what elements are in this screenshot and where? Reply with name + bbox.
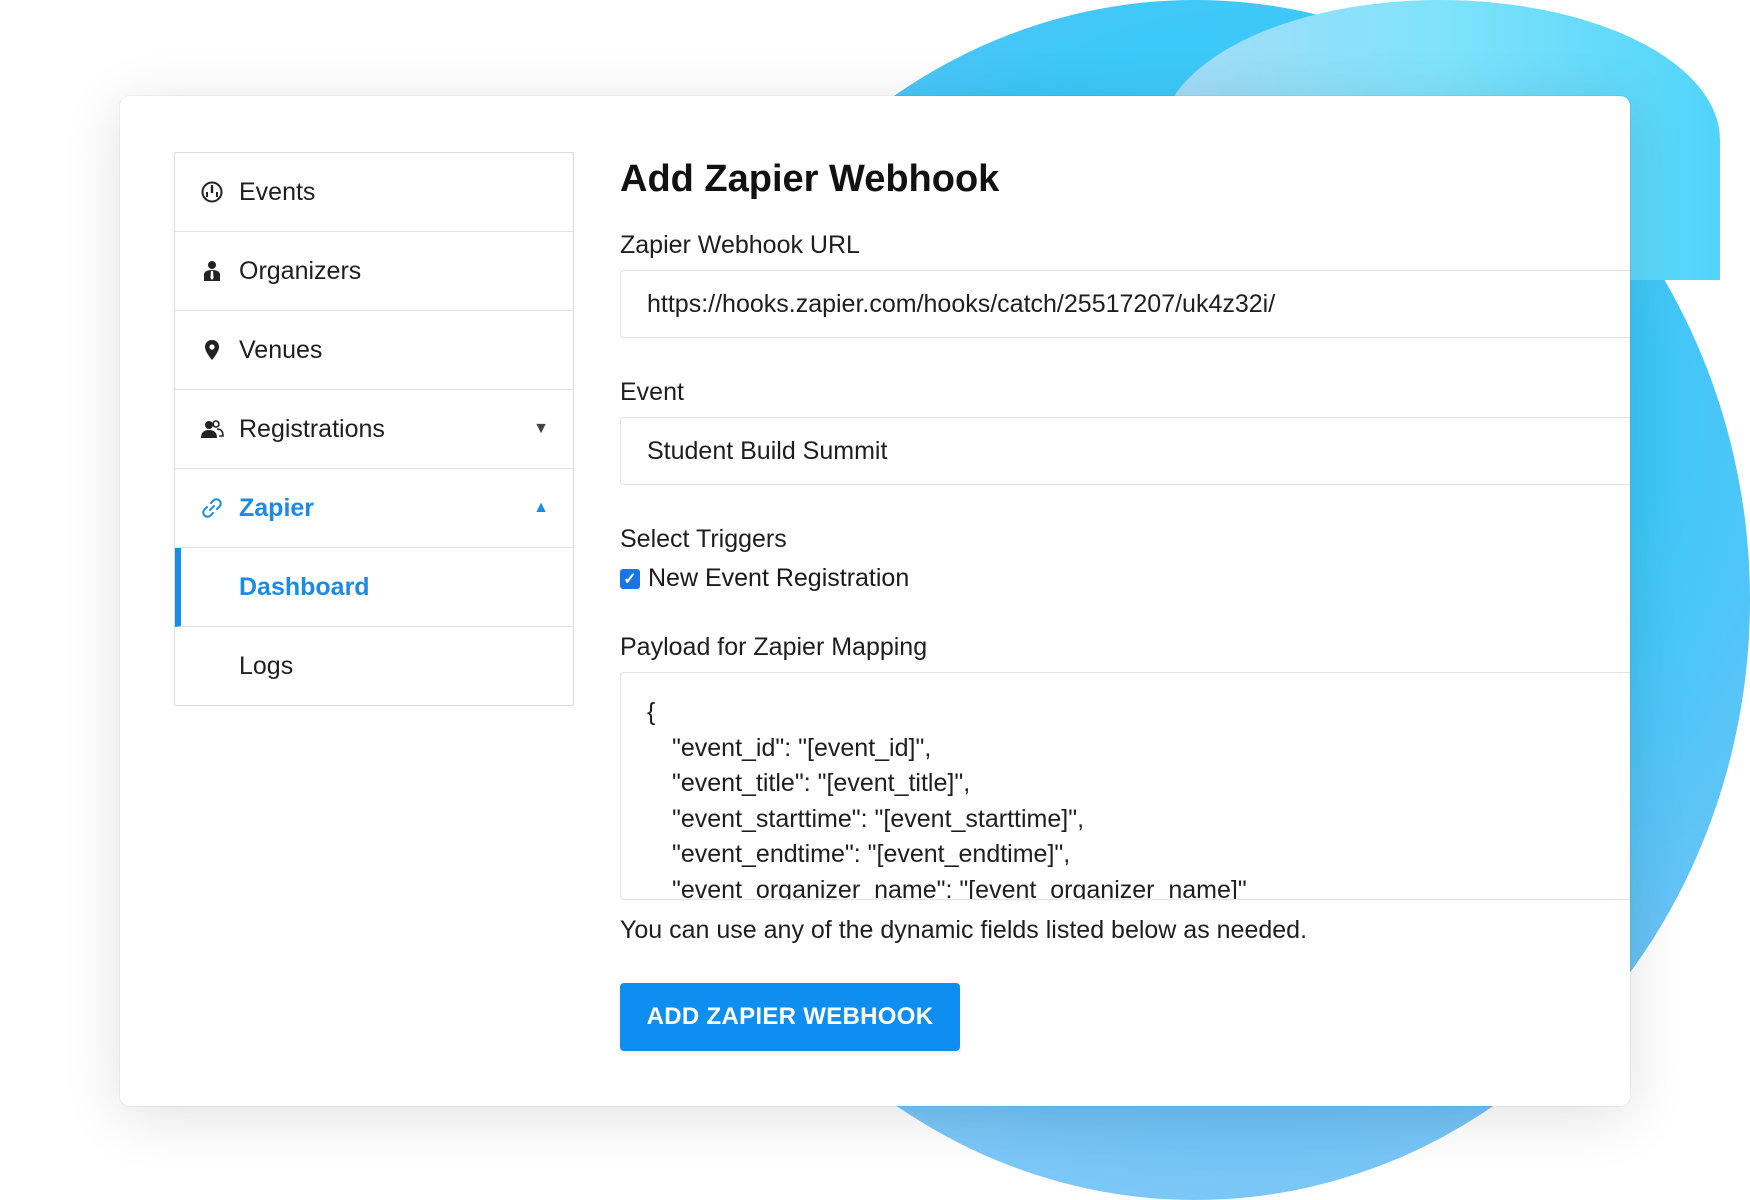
sidebar-item-label: Zapier (239, 493, 315, 522)
payload-line: "event_organizer_name": "[event_organize… (672, 875, 1247, 900)
sidebar-item-label: Registrations (239, 414, 385, 443)
sidebar-item-label: Events (239, 177, 316, 206)
app-card: Events Organizers Venues Registrations ▼ (120, 96, 1630, 1106)
dynamic-fields-hint: You can use any of the dynamic fields li… (620, 916, 1308, 944)
payload-line: "event_starttime": "[event_starttime]", (672, 804, 1085, 833)
webhook-url-value: https://hooks.zapier.com/hooks/catch/255… (647, 289, 1276, 318)
link-icon (199, 495, 225, 521)
sidebar-item-label: Venues (239, 335, 323, 364)
chevron-down-icon[interactable]: ▼ (533, 420, 549, 438)
event-select[interactable]: Student Build Summit (620, 417, 1630, 485)
url-label: Zapier Webhook URL (620, 231, 860, 259)
sidebar-item-label: Organizers (239, 256, 362, 285)
payload-line: { (647, 698, 656, 726)
page-title: Add Zapier Webhook (620, 158, 1000, 200)
person-tie-icon (199, 258, 225, 284)
sidebar-item-organizers[interactable]: Organizers (175, 232, 573, 311)
sidebar-item-venues[interactable]: Venues (175, 311, 573, 390)
sidebar-item-zapier[interactable]: Zapier ▲ (175, 469, 573, 548)
sidebar-subitem-logs[interactable]: Logs (175, 627, 573, 705)
users-icon (199, 416, 225, 442)
payload-textarea[interactable]: { "event_id": "[event_id]", "event_title… (620, 672, 1630, 900)
payload-line: "event_title": "[event_title]", (672, 769, 971, 797)
triggers-label: Select Triggers (620, 525, 787, 553)
sidebar-item-label: Logs (239, 651, 294, 680)
trigger-option[interactable]: ✓ New Event Registration (620, 564, 1630, 593)
sidebar-item-events[interactable]: Events (175, 153, 573, 232)
dashboard-gauge-icon (199, 179, 225, 205)
payload-label: Payload for Zapier Mapping (620, 633, 928, 661)
sidebar-item-label: Dashboard (239, 572, 370, 601)
sidebar-item-registrations[interactable]: Registrations ▼ (175, 390, 573, 469)
event-label: Event (620, 378, 684, 406)
map-pin-icon (199, 337, 225, 363)
checkbox-checked-icon[interactable]: ✓ (620, 568, 640, 589)
trigger-option-label: New Event Registration (648, 564, 910, 592)
add-zapier-webhook-button[interactable]: ADD ZAPIER WEBHOOK (620, 983, 960, 1051)
event-value: Student Build Summit (647, 436, 888, 465)
sidebar-subitem-dashboard[interactable]: Dashboard (175, 548, 573, 627)
payload-line: "event_endtime": "[event_endtime]", (672, 840, 1071, 868)
main-content: Add Zapier Webhook Zapier Webhook URL ht… (620, 144, 1630, 1051)
chevron-up-icon[interactable]: ▲ (533, 499, 549, 517)
payload-line: "event_id": "[event_id]", (672, 733, 932, 762)
sidebar: Events Organizers Venues Registrations ▼ (174, 152, 574, 706)
webhook-url-input[interactable]: https://hooks.zapier.com/hooks/catch/255… (620, 270, 1630, 338)
